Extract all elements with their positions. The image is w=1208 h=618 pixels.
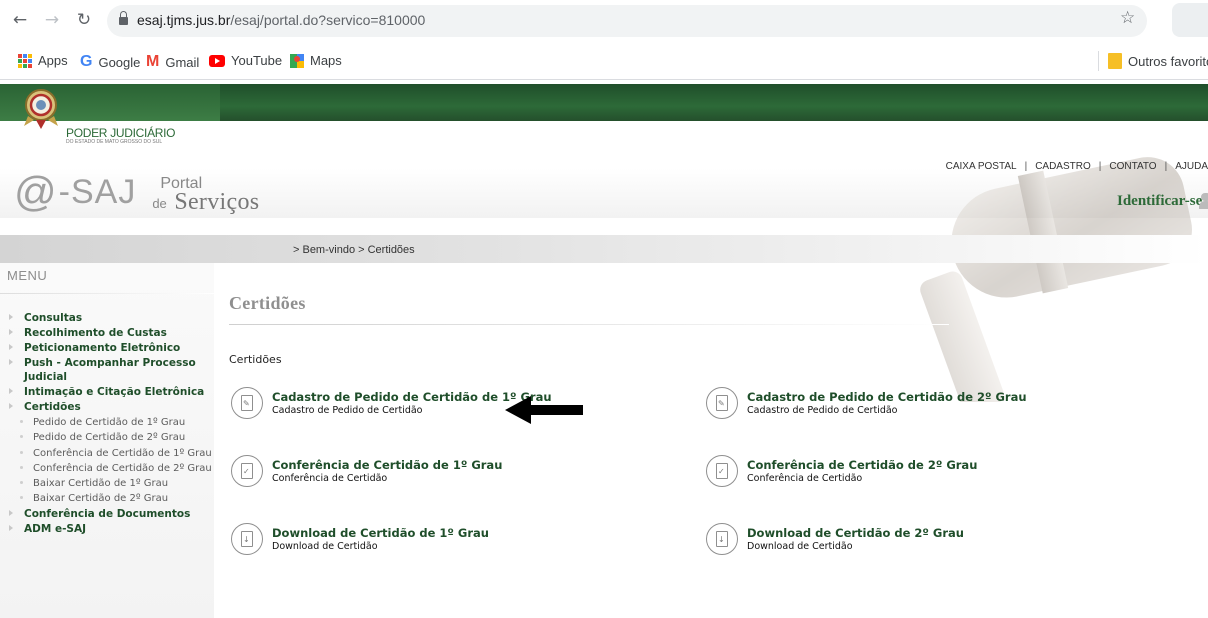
card-title[interactable]: Cadastro de Pedido de Certidão de 2º Gra… [747, 390, 1027, 404]
url-text[interactable]: esaj.tjms.jus.br/esaj/portal.do?servico=… [137, 12, 425, 28]
bookmark-label: Gmail [165, 54, 200, 70]
request-document-icon: ✎ [231, 387, 263, 419]
sidebar-menu: Consultas Recolhimento de Custas Peticio… [0, 311, 214, 537]
link-cadastro[interactable]: CADASTRO [1035, 161, 1091, 172]
card-description: Download de Certidão [747, 541, 853, 552]
youtube-icon [209, 54, 225, 67]
maps-icon [290, 53, 304, 68]
card-title[interactable]: Download de Certidão de 1º Grau [272, 526, 489, 540]
bookmark-label: Google [98, 54, 141, 70]
request-document-icon: ✎ [706, 387, 738, 419]
menu-item-certidoes[interactable]: Certidões [0, 400, 214, 414]
logo-servicos: Serviços [174, 189, 260, 215]
bookmark-label: Apps [38, 53, 68, 68]
menu-item-recolhimento-custas[interactable]: Recolhimento de Custas [0, 326, 214, 340]
submenu-baixar-2-grau[interactable]: Baixar Certidão de 2º Grau [0, 491, 214, 506]
submenu-conferencia-2-grau[interactable]: Conferência de Certidão de 2º Grau [0, 461, 214, 476]
menu-item-consultas[interactable]: Consultas [0, 311, 214, 325]
card-description: Conferência de Certidão [747, 473, 863, 484]
submenu-pedido-2-grau[interactable]: Pedido de Certidão de 2º Grau [0, 430, 214, 445]
submenu-conferencia-1-grau[interactable]: Conferência de Certidão de 1º Grau [0, 446, 214, 461]
bookmark-label: Maps [310, 53, 342, 68]
url-path: /esaj/portal.do?servico=810000 [230, 12, 426, 28]
card-pedido-1-grau[interactable]: ✎ Cadastro de Pedido de Certidão de 1º G… [231, 386, 552, 419]
bookmarks-separator [1098, 51, 1099, 71]
bookmark-maps[interactable]: Maps [290, 53, 342, 68]
download-document-icon: ↓ [706, 523, 738, 555]
link-separator: | [1164, 161, 1168, 172]
star-icon[interactable]: ☆ [1120, 8, 1135, 28]
user-icon[interactable] [1199, 193, 1208, 209]
url-host: esaj.tjms.jus.br [137, 12, 231, 28]
bookmark-gmail[interactable]: M Gmail [146, 53, 199, 71]
esaj-portal-logo[interactable]: @ -SAJ Portal de Serviços [14, 168, 259, 219]
bookmark-label: Outros favoritos [1128, 53, 1208, 69]
verify-document-icon: ✓ [706, 455, 738, 487]
top-links: CAIXA POSTAL | CADASTRO | CONTATO | AJUD… [946, 161, 1208, 172]
logo-at: @ [14, 168, 57, 215]
bookmark-label: YouTube [231, 53, 283, 68]
card-pedido-2-grau[interactable]: ✎ Cadastro de Pedido de Certidão de 2º G… [706, 386, 1027, 419]
menu-item-intimacao[interactable]: Intimação e Citação Eletrônica [0, 385, 214, 399]
section-label: Certidões [229, 353, 282, 366]
reload-icon[interactable]: ↻ [74, 10, 94, 30]
card-conferencia-2-grau[interactable]: ✓ Conferência de Certidão de 2º Grau Con… [706, 454, 977, 487]
card-download-1-grau[interactable]: ↓ Download de Certidão de 1º Grau Downlo… [231, 522, 489, 555]
logo-saj: -SAJ [58, 173, 137, 211]
folder-icon [1108, 53, 1122, 69]
card-title[interactable]: Conferência de Certidão de 2º Grau [747, 458, 977, 472]
submenu-baixar-1-grau[interactable]: Baixar Certidão de 1º Grau [0, 476, 214, 491]
card-conferencia-1-grau[interactable]: ✓ Conferência de Certidão de 1º Grau Con… [231, 454, 502, 487]
card-description: Cadastro de Pedido de Certidão [747, 405, 898, 416]
back-arrow-icon[interactable]: ← [10, 10, 30, 30]
gavel-decoration [910, 142, 1208, 402]
menu-item-push[interactable]: Push - Acompanhar Processo Judicial [0, 356, 214, 384]
address-bar[interactable]: esaj.tjms.jus.br/esaj/portal.do?servico=… [107, 5, 1147, 37]
profile-avatar[interactable] [1172, 3, 1208, 37]
link-separator: | [1098, 161, 1102, 172]
bookmark-google[interactable]: G Google [80, 53, 140, 71]
card-description: Download de Certidão [272, 541, 378, 552]
link-caixa-postal[interactable]: CAIXA POSTAL [946, 161, 1017, 172]
download-document-icon: ↓ [231, 523, 263, 555]
lock-icon[interactable] [119, 11, 128, 26]
annotation-arrow-icon [505, 396, 583, 424]
esaj-page: PODER JUDICIÁRIO DO ESTADO DE MATO GROSS… [0, 80, 1208, 618]
link-separator: | [1024, 161, 1028, 172]
gmail-icon: M [146, 53, 160, 70]
forward-arrow-icon[interactable]: → [42, 10, 62, 30]
bookmark-apps[interactable]: Apps [18, 53, 68, 68]
verify-document-icon: ✓ [231, 455, 263, 487]
link-ajuda[interactable]: AJUDA [1175, 161, 1208, 172]
browser-toolbar: ← → ↻ esaj.tjms.jus.br/esaj/portal.do?se… [0, 0, 1208, 42]
card-description: Conferência de Certidão [272, 473, 388, 484]
menu-divider [0, 293, 214, 294]
card-title[interactable]: Download de Certidão de 2º Grau [747, 526, 964, 540]
breadcrumb[interactable]: > Bem-vindo > Certidões [293, 244, 415, 256]
menu-title: MENU [7, 268, 48, 283]
submenu-pedido-1-grau[interactable]: Pedido de Certidão de 1º Grau [0, 415, 214, 430]
page-title: Certidões [229, 293, 306, 313]
institution-title: PODER JUDICIÁRIO [66, 126, 176, 140]
bookmarks-bar: Apps G Google M Gmail YouTube Maps Outro… [0, 42, 1208, 80]
bookmark-youtube[interactable]: YouTube [209, 53, 282, 68]
title-divider [229, 324, 949, 325]
card-download-2-grau[interactable]: ↓ Download de Certidão de 2º Grau Downlo… [706, 522, 964, 555]
logo-de: de [152, 196, 167, 211]
menu-item-adm-esaj[interactable]: ADM e-SAJ [0, 522, 214, 536]
logo-portal-block: Portal de Serviços [144, 175, 259, 219]
menu-item-peticionamento[interactable]: Peticionamento Eletrônico [0, 341, 214, 355]
coat-of-arms-icon [24, 89, 58, 129]
link-contato[interactable]: CONTATO [1109, 161, 1156, 172]
institution-subtitle: DO ESTADO DE MATO GROSSO DO SUL [66, 139, 163, 145]
menu-item-conferencia-documentos[interactable]: Conferência de Documentos [0, 507, 214, 521]
identify-link[interactable]: Identificar-se [1117, 193, 1202, 210]
google-icon: G [80, 53, 93, 70]
breadcrumb-bar [0, 235, 1208, 263]
card-title[interactable]: Conferência de Certidão de 1º Grau [272, 458, 502, 472]
apps-grid-icon [18, 53, 32, 68]
bookmark-other-folder[interactable]: Outros favoritos [1108, 53, 1208, 69]
